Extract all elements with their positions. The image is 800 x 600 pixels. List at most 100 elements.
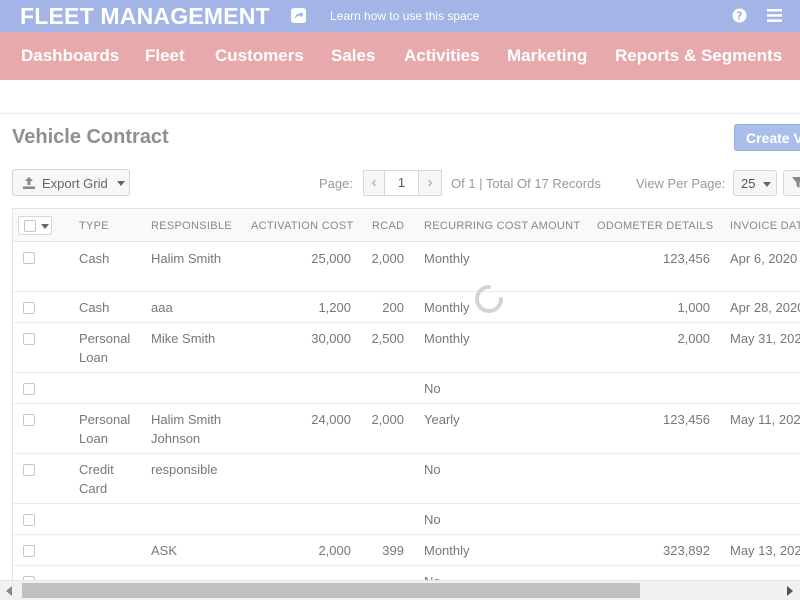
- sub-header-band: [0, 80, 800, 114]
- cell-invoice-date: Apr 28, 2020: [730, 300, 800, 315]
- create-button[interactable]: Create V: [734, 124, 800, 151]
- cell-responsible: Halim Smith: [151, 251, 222, 266]
- export-icon: [23, 177, 35, 189]
- cell-activation-cost: 30,000: [311, 331, 351, 346]
- view-per-page-label: View Per Page:: [636, 176, 726, 191]
- cell-activation-cost: 24,000: [311, 412, 351, 427]
- table-row[interactable]: No: [13, 504, 800, 535]
- column-header-odometer-details[interactable]: ODOMETER DETAILS: [597, 220, 713, 232]
- page-label: Page:: [319, 176, 353, 191]
- row-checkbox[interactable]: [23, 545, 35, 557]
- cell-recurring: Monthly: [424, 300, 470, 315]
- table-row[interactable]: Credit Card responsible No: [13, 454, 800, 504]
- row-checkbox[interactable]: [23, 464, 35, 476]
- row-checkbox[interactable]: [23, 514, 35, 526]
- chevron-down-icon: [763, 182, 771, 187]
- cell-recurring: No: [424, 381, 441, 396]
- export-grid-label: Export Grid: [42, 176, 108, 191]
- cell-activation-cost: 25,000: [311, 251, 351, 266]
- table-row[interactable]: No: [13, 373, 800, 404]
- cell-activation-cost: 1,200: [318, 300, 351, 315]
- table-row[interactable]: ASK 2,000 399 Monthly 323,892 May 13, 20…: [13, 535, 800, 566]
- row-checkbox[interactable]: [23, 414, 35, 426]
- cell-responsible: responsible: [151, 462, 218, 477]
- table-row[interactable]: No: [13, 566, 800, 580]
- nav-activities[interactable]: Activities: [404, 46, 480, 66]
- column-header-type[interactable]: TYPE: [79, 220, 109, 232]
- cell-odometer: 123,456: [663, 251, 710, 266]
- per-page-select[interactable]: 25: [733, 170, 777, 196]
- cell-invoice-date: May 31, 202: [730, 331, 800, 346]
- scroll-left-arrow-icon[interactable]: [6, 586, 12, 596]
- cell-odometer: 1,000: [677, 300, 710, 315]
- page-title: Vehicle Contract: [12, 126, 169, 148]
- chevron-down-icon: [41, 224, 49, 229]
- cell-responsible: ASK: [151, 543, 178, 558]
- cell-odometer: 2,000: [677, 331, 710, 346]
- app-title[interactable]: FLEET MANAGEMENT: [20, 3, 270, 30]
- table-row[interactable]: Cash Halim Smith 25,000 2,000 Monthly 12…: [13, 242, 800, 292]
- cell-invoice-date: May 11, 202: [730, 412, 800, 427]
- nav-customers[interactable]: Customers: [215, 46, 304, 66]
- cell-type: Personal Loan: [79, 331, 131, 365]
- vehicle-contract-grid: TYPE RESPONSIBLE ACTIVATION COST RCAD RE…: [12, 208, 800, 580]
- row-checkbox[interactable]: [23, 252, 35, 264]
- cell-responsible: Halim Smith Johnson: [151, 412, 222, 446]
- row-checkbox[interactable]: [23, 333, 35, 345]
- grid-header: TYPE RESPONSIBLE ACTIVATION COST RCAD RE…: [13, 209, 800, 242]
- cell-type: Cash: [79, 300, 110, 315]
- cell-rcad: 200: [382, 300, 404, 315]
- cell-recurring: No: [424, 512, 441, 527]
- cell-recurring: Monthly: [424, 543, 470, 558]
- column-header-recurring-cost-amount[interactable]: RECURRING COST AMOUNT: [424, 220, 580, 232]
- export-grid-button[interactable]: Export Grid: [12, 169, 130, 196]
- scroll-right-arrow-icon[interactable]: [787, 586, 793, 596]
- cell-odometer: 323,892: [663, 543, 710, 558]
- nav-reports-segments[interactable]: Reports & Segments: [615, 46, 782, 66]
- records-summary: Of 1 | Total Of 17 Records: [451, 176, 601, 191]
- column-header-responsible[interactable]: RESPONSIBLE: [151, 220, 232, 232]
- previous-page-button[interactable]: ‹: [363, 170, 385, 196]
- per-page-value: 25: [741, 176, 756, 191]
- select-all-checkbox[interactable]: [24, 220, 36, 232]
- cell-recurring: No: [424, 572, 441, 580]
- cell-recurring: Monthly: [424, 251, 470, 266]
- page-number-input[interactable]: 1: [385, 170, 418, 196]
- horizontal-scrollbar[interactable]: [0, 580, 800, 600]
- nav-dashboards[interactable]: Dashboards: [21, 46, 119, 66]
- cell-responsible: Mike Smith: [151, 331, 216, 346]
- column-header-invoice-date[interactable]: INVOICE DAT: [730, 220, 800, 232]
- filter-icon: [792, 177, 800, 188]
- row-checkbox[interactable]: [23, 302, 35, 314]
- loading-spinner-icon: [475, 285, 503, 313]
- filter-button[interactable]: [783, 170, 800, 196]
- cell-rcad: 399: [382, 543, 404, 558]
- nav-marketing[interactable]: Marketing: [507, 46, 587, 66]
- nav-fleet[interactable]: Fleet: [145, 46, 185, 66]
- cell-recurring: Monthly: [424, 331, 470, 346]
- next-page-button[interactable]: ›: [418, 170, 442, 196]
- column-header-activation-cost[interactable]: ACTIVATION COST: [251, 220, 354, 232]
- hamburger-menu-icon[interactable]: [767, 8, 782, 23]
- cell-rcad: 2,000: [371, 412, 404, 427]
- cell-rcad: 2,500: [371, 331, 404, 346]
- cell-odometer: 123,456: [663, 412, 710, 427]
- nav-sales[interactable]: Sales: [331, 46, 375, 66]
- svg-text:?: ?: [736, 10, 742, 23]
- table-row[interactable]: Personal Loan Halim Smith Johnson 24,000…: [13, 404, 800, 454]
- cell-activation-cost: 2,000: [318, 543, 351, 558]
- help-icon[interactable]: ?: [732, 8, 747, 23]
- learn-space-link[interactable]: Learn how to use this space: [330, 9, 479, 23]
- column-header-rcad[interactable]: RCAD: [372, 220, 404, 232]
- select-all-dropdown[interactable]: [18, 216, 52, 235]
- scrollbar-thumb[interactable]: [22, 583, 640, 598]
- cell-invoice-date: May 13, 202: [730, 543, 800, 558]
- cell-type: Cash: [79, 251, 110, 266]
- table-row[interactable]: Personal Loan Mike Smith 30,000 2,500 Mo…: [13, 323, 800, 373]
- table-row[interactable]: Cash aaa 1,200 200 Monthly 1,000 Apr 28,…: [13, 292, 800, 323]
- cell-type: Personal Loan: [79, 412, 131, 446]
- cell-type: Credit Card: [79, 462, 114, 496]
- row-checkbox[interactable]: [23, 383, 35, 395]
- share-icon[interactable]: [291, 8, 306, 23]
- cell-recurring: Yearly: [424, 412, 460, 427]
